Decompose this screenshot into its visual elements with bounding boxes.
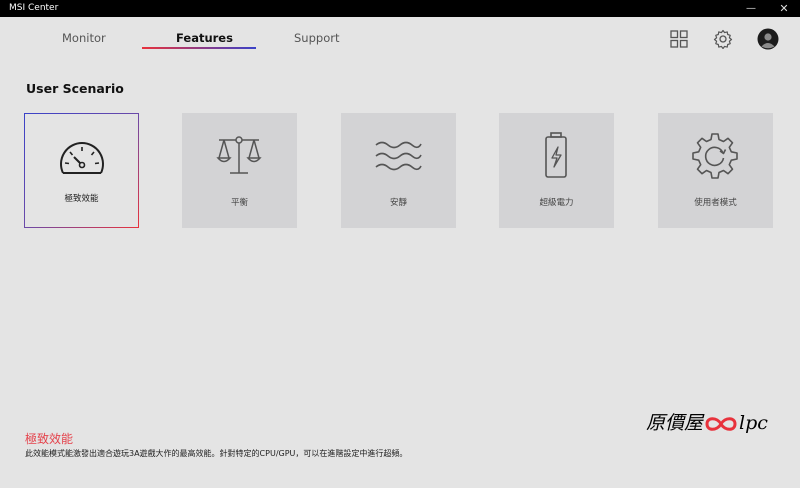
avatar-icon[interactable] <box>757 28 779 50</box>
scenario-label: 安靜 <box>389 198 407 208</box>
watermark-suffix: lpc <box>739 412 768 434</box>
tab-features[interactable]: Features <box>176 31 233 45</box>
close-button[interactable]: ✕ <box>774 1 794 16</box>
scenario-card-silent[interactable]: 安靜 <box>341 113 456 228</box>
tab-monitor[interactable]: Monitor <box>62 31 106 45</box>
battery-charging-icon <box>545 132 567 178</box>
scenario-description-text: 此效能模式能激發出適合遊玩3A遊戲大作的最高效能。針對特定的CPU/GPU，可以… <box>25 449 408 458</box>
scenario-card-balanced[interactable]: 平衡 <box>182 113 297 228</box>
waves-icon <box>375 141 422 171</box>
settings-gear-icon[interactable] <box>713 29 733 49</box>
scenario-card-extreme-performance[interactable]: 極致效能 <box>24 113 139 228</box>
infinity-logo-icon <box>705 417 737 431</box>
active-tab-indicator <box>142 47 256 49</box>
gear-icon <box>692 133 738 179</box>
window-title: MSI Center <box>9 3 59 13</box>
speedometer-icon <box>60 142 104 174</box>
scenario-card-super-battery[interactable]: 超級電力 <box>499 113 614 228</box>
scenario-label: 平衡 <box>230 198 248 208</box>
title-bar: MSI Center — ✕ <box>0 0 800 17</box>
scenario-card-user-mode[interactable]: 使用者模式 <box>658 113 773 228</box>
scenario-label: 超級電力 <box>539 198 574 208</box>
watermark-prefix: 原價屋 <box>646 412 704 434</box>
scenario-label: 使用者模式 <box>694 198 737 208</box>
balance-scale-icon <box>216 136 262 174</box>
scenario-description-title: 極致效能 <box>25 432 74 446</box>
section-title: User Scenario <box>26 81 124 96</box>
scenario-label: 極致效能 <box>64 194 99 204</box>
grid-icon[interactable] <box>669 29 689 49</box>
watermark-logo: 原價屋 lpc <box>646 408 768 438</box>
tab-support[interactable]: Support <box>294 31 339 45</box>
minimize-button[interactable]: — <box>741 1 761 16</box>
